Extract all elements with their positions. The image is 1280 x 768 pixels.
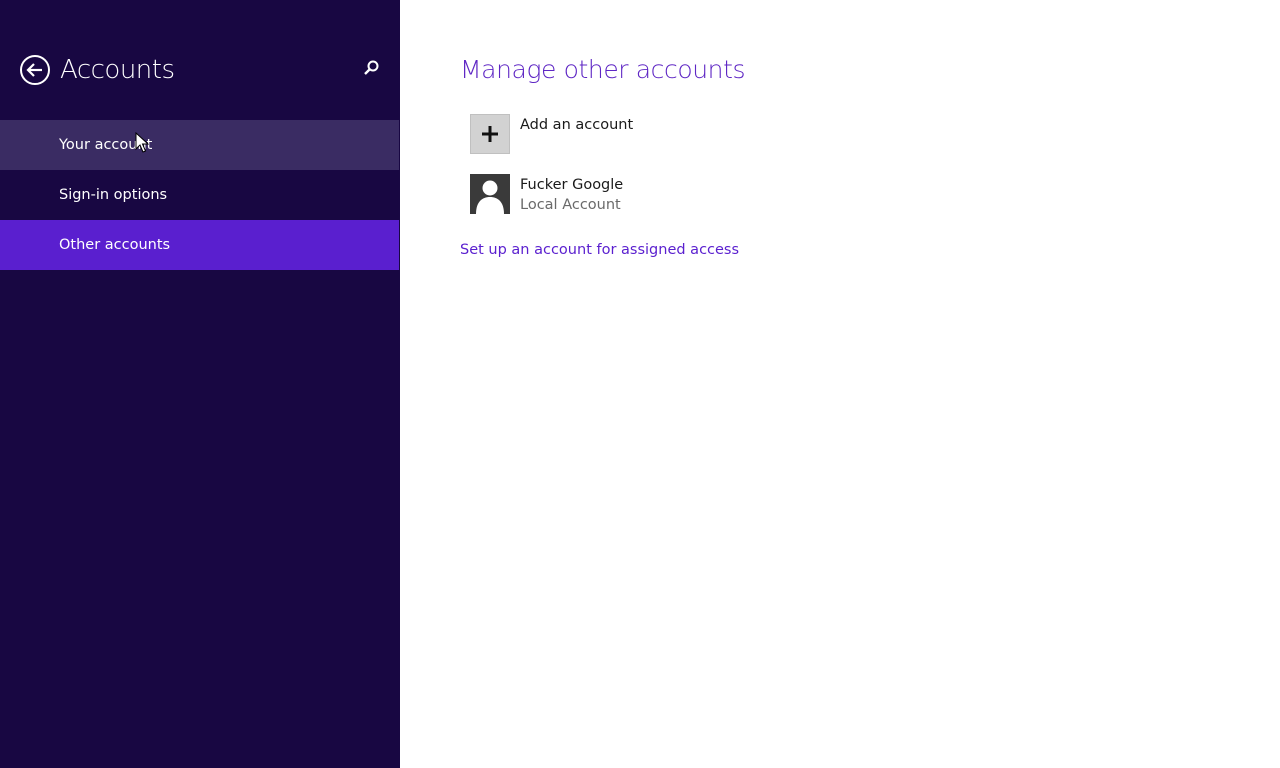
assigned-access-link[interactable]: Set up an account for assigned access (460, 240, 739, 260)
page-title: Manage other accounts (460, 55, 746, 84)
nav-item-other-accounts[interactable]: Other accounts (0, 220, 399, 270)
nav-item-sign-in-options[interactable]: Sign-in options (0, 170, 399, 220)
nav-item-label: Sign-in options (59, 187, 168, 203)
plus-icon (470, 114, 510, 154)
settings-window: Accounts Your account Sign-in options Ot… (0, 0, 1280, 768)
account-item[interactable]: Fucker Google Local Account (470, 174, 870, 216)
sidebar-header: Accounts (0, 0, 400, 120)
add-account-label: Add an account (520, 117, 634, 133)
nav-item-label: Other accounts (59, 237, 171, 253)
account-name: Fucker Google (520, 177, 624, 193)
account-text: Fucker Google Local Account (520, 175, 623, 215)
main-content: Manage other accounts Add an account Fuc… (400, 0, 1280, 768)
add-account-button[interactable]: Add an account (470, 114, 870, 156)
user-avatar-icon (470, 174, 510, 214)
account-type: Local Account (520, 197, 621, 213)
nav-item-your-account[interactable]: Your account (0, 120, 399, 170)
nav-item-label: Your account (59, 137, 153, 153)
sidebar: Accounts Your account Sign-in options Ot… (0, 0, 400, 768)
sidebar-title: Accounts (60, 55, 175, 85)
nav-list: Your account Sign-in options Other accou… (0, 120, 399, 270)
search-icon[interactable] (360, 58, 382, 80)
back-arrow-circle-icon[interactable] (19, 54, 51, 86)
add-account-text: Add an account (520, 115, 633, 135)
